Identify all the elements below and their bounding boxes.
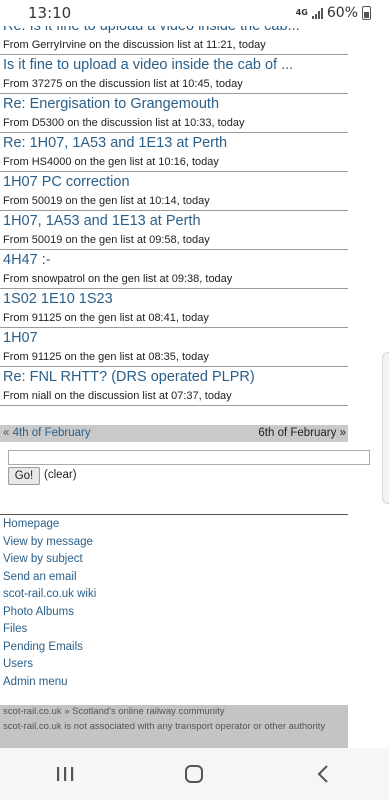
message-meta: From niall on the discussion list at 07:…	[3, 390, 232, 402]
recents-icon	[56, 767, 74, 781]
date-navigation: « 4th of February 6th of February »	[0, 425, 348, 442]
list-item: Re: 1H07, 1A53 and 1E13 at Perth From HS…	[0, 133, 348, 172]
list-item: 1H07, 1A53 and 1E13 at Perth From 50019 …	[0, 211, 348, 250]
message-link[interactable]: Is it fine to upload a video inside the …	[0, 55, 348, 75]
nav-link-admin-menu[interactable]: Admin menu	[3, 674, 96, 692]
nav-link-files[interactable]: Files	[3, 621, 96, 639]
signal-icon	[311, 7, 323, 19]
clock: 13:10	[28, 4, 72, 22]
nav-link-users[interactable]: Users	[3, 656, 96, 674]
message-meta: From 37275 on the discussion list at 10:…	[3, 78, 243, 90]
message-link[interactable]: Re: Energisation to Grangemouth	[0, 94, 348, 114]
status-icons: 4G 60%	[296, 5, 371, 21]
search-input[interactable]	[8, 450, 370, 465]
list-item: 1H07 PC correction From 50019 on the gen…	[0, 172, 348, 211]
list-item: Is it fine to upload a video inside the …	[0, 55, 348, 94]
nav-link-photo-albums[interactable]: Photo Albums	[3, 604, 96, 622]
message-list: Re: Is it fine to upload a video inside …	[0, 16, 348, 406]
nav-link-view-by-message[interactable]: View by message	[3, 534, 96, 552]
previous-day-link[interactable]: « 4th of February	[3, 425, 91, 442]
message-meta: From GerryIrvine on the discussion list …	[3, 39, 266, 51]
previous-day-label: 4th of February	[12, 427, 91, 439]
recents-button[interactable]	[35, 754, 95, 794]
battery-icon	[362, 6, 371, 20]
next-day-link[interactable]: 6th of February »	[258, 425, 346, 442]
nav-link-pending-emails[interactable]: Pending Emails	[3, 639, 96, 657]
nav-link-wiki[interactable]: scot-rail.co.uk wiki	[3, 586, 96, 604]
home-button[interactable]	[164, 754, 224, 794]
message-link[interactable]: 1H07, 1A53 and 1E13 at Perth	[0, 211, 348, 231]
message-meta: From 50019 on the gen list at 10:14, tod…	[3, 195, 210, 207]
site-navigation: Homepage View by message View by subject…	[3, 516, 96, 691]
message-link[interactable]: 1H07 PC correction	[0, 172, 348, 192]
message-link[interactable]: Re: FNL RHTT? (DRS operated PLPR)	[0, 367, 348, 387]
status-bar: 13:10 4G 60%	[0, 0, 389, 26]
network-type: 4G	[295, 8, 308, 17]
list-item: 1S02 1E10 1S23 From 91125 on the gen lis…	[0, 289, 348, 328]
back-button[interactable]	[294, 754, 354, 794]
clear-link[interactable]: (clear)	[44, 469, 77, 481]
nav-link-send-email[interactable]: Send an email	[3, 569, 96, 587]
list-item: Re: Energisation to Grangemouth From D53…	[0, 94, 348, 133]
footer: scot-rail.co.uk » Scotland's online rail…	[0, 705, 348, 748]
next-arrow: »	[339, 427, 346, 439]
message-meta: From HS4000 on the gen list at 10:16, to…	[3, 156, 219, 168]
go-button[interactable]: Go!	[8, 467, 40, 485]
message-meta: From snowpatrol on the gen list at 09:38…	[3, 273, 233, 285]
message-meta: From 50019 on the gen list at 09:58, tod…	[3, 234, 210, 246]
divider	[0, 514, 348, 515]
list-item: Re: FNL RHTT? (DRS operated PLPR) From n…	[0, 367, 348, 406]
message-link[interactable]: 1S02 1E10 1S23	[0, 289, 348, 309]
message-link[interactable]: Re: 1H07, 1A53 and 1E13 at Perth	[0, 133, 348, 153]
battery-percent: 60%	[326, 5, 358, 21]
message-meta: From 91125 on the gen list at 08:41, tod…	[3, 312, 209, 324]
edge-panel-handle[interactable]	[382, 352, 389, 504]
prev-arrow: «	[3, 427, 10, 439]
footer-disclaimer: scot-rail.co.uk is not associated with a…	[3, 720, 326, 732]
next-day-label: 6th of February	[258, 427, 337, 439]
message-link[interactable]: 1H07	[0, 328, 348, 348]
nav-link-view-by-subject[interactable]: View by subject	[3, 551, 96, 569]
system-navigation-bar	[0, 748, 389, 800]
message-link[interactable]: 4H47 :-	[0, 250, 348, 270]
nav-link-homepage[interactable]: Homepage	[3, 516, 96, 534]
list-item: 4H47 :- From snowpatrol on the gen list …	[0, 250, 348, 289]
list-item: 1H07 From 91125 on the gen list at 08:35…	[0, 328, 348, 367]
footer-tagline: scot-rail.co.uk » Scotland's online rail…	[3, 706, 225, 717]
home-icon	[185, 765, 204, 783]
message-meta: From D5300 on the discussion list at 10:…	[3, 117, 245, 129]
message-meta: From 91125 on the gen list at 08:35, tod…	[3, 351, 209, 363]
back-icon	[317, 765, 328, 783]
